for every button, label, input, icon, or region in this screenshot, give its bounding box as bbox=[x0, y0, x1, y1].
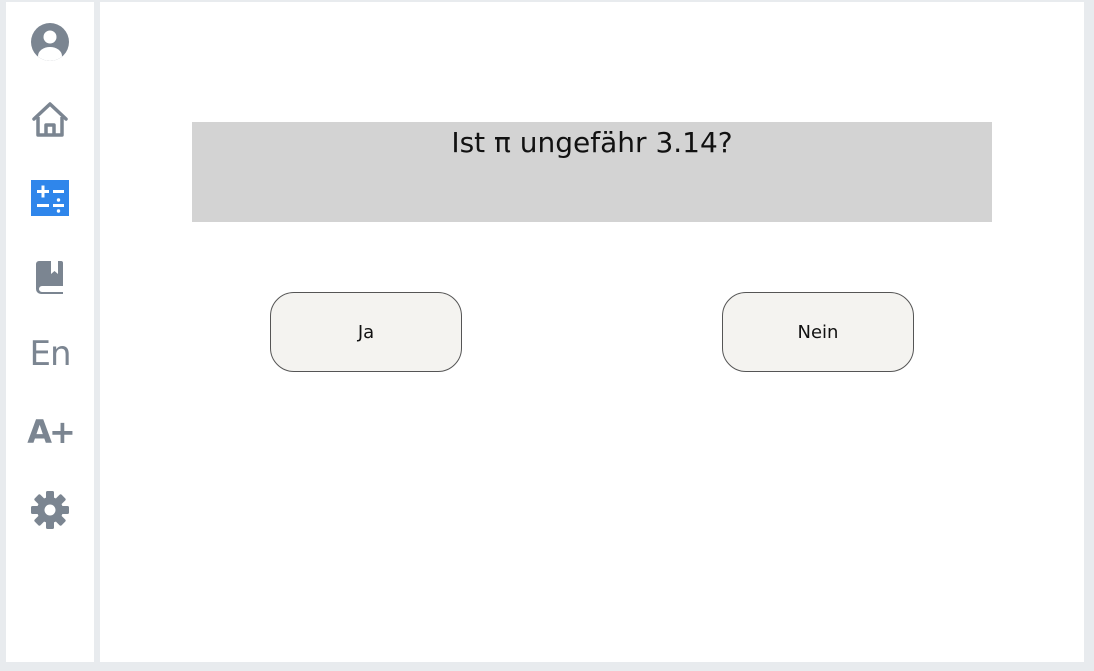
sidebar-item-font-size[interactable]: A+ bbox=[27, 412, 76, 452]
no-button[interactable]: Nein bbox=[722, 292, 914, 372]
sidebar-item-home[interactable] bbox=[30, 100, 70, 140]
sidebar: En A+ bbox=[6, 2, 94, 662]
sidebar-item-profile[interactable] bbox=[30, 22, 70, 62]
question-text: Ist π ungefähr 3.14? bbox=[451, 126, 733, 159]
sidebar-item-settings[interactable] bbox=[30, 490, 70, 530]
question-box: Ist π ungefähr 3.14? bbox=[192, 122, 992, 222]
app-window: En A+ Ist π ungefähr 3.14? Ja Nein bbox=[0, 0, 1094, 671]
sidebar-item-math[interactable] bbox=[30, 178, 70, 218]
sidebar-item-library[interactable] bbox=[30, 256, 70, 296]
english-language-icon: En bbox=[29, 334, 71, 374]
gear-icon bbox=[30, 490, 70, 530]
user-avatar-icon bbox=[30, 22, 70, 62]
math-operations-icon bbox=[31, 180, 69, 216]
yes-button[interactable]: Ja bbox=[270, 292, 462, 372]
book-icon bbox=[30, 256, 70, 296]
main-content: Ist π ungefähr 3.14? Ja Nein bbox=[100, 2, 1084, 662]
font-size-increase-icon: A+ bbox=[27, 413, 76, 451]
sidebar-item-language[interactable]: En bbox=[29, 334, 71, 374]
home-icon bbox=[30, 100, 70, 140]
